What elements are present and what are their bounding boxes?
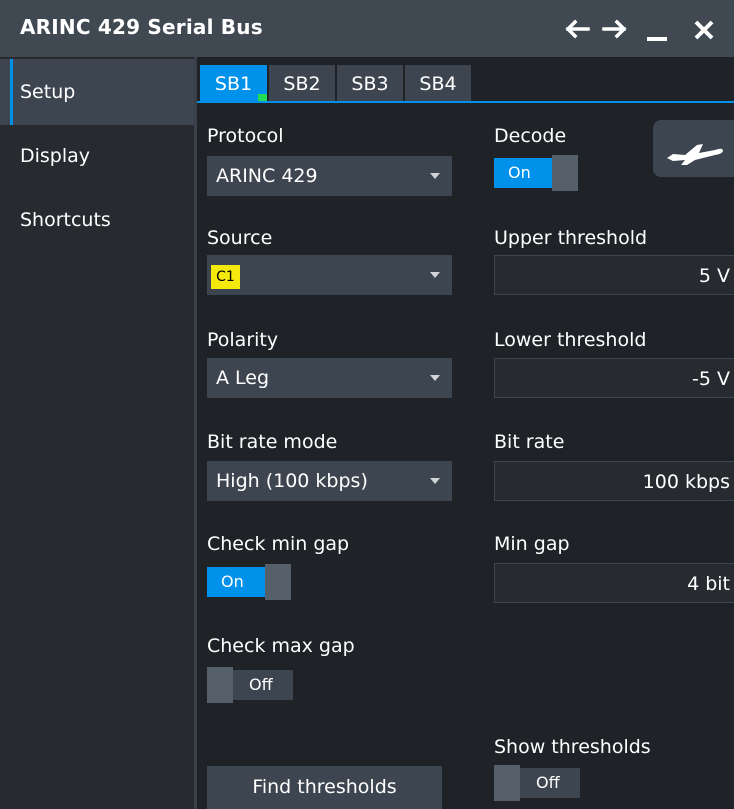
bit-rate-field[interactable]: 100 kbps	[494, 461, 734, 501]
sidebar-item-shortcuts[interactable]: Shortcuts	[0, 187, 194, 253]
window-title: ARINC 429 Serial Bus	[20, 15, 263, 39]
channel-chip: C1	[211, 265, 240, 289]
toggle-knob	[207, 667, 233, 703]
show-thresholds-label: Show thresholds	[494, 736, 651, 758]
check-min-gap-toggle[interactable]: On	[207, 564, 293, 600]
check-min-gap-state: On	[221, 572, 244, 591]
lower-threshold-value: -5 V	[692, 368, 730, 390]
sidebar-item-setup[interactable]: Setup	[0, 59, 194, 125]
tab-label: SB3	[351, 73, 389, 95]
chevron-down-icon	[430, 173, 440, 179]
arrow-left-icon[interactable]	[562, 14, 592, 44]
bit-rate-mode-label: Bit rate mode	[207, 431, 338, 453]
polarity-value: A Leg	[216, 367, 270, 389]
lower-threshold-label: Lower threshold	[494, 329, 647, 351]
decode-toggle[interactable]: On	[494, 155, 580, 191]
toggle-knob	[552, 155, 578, 191]
upper-threshold-label: Upper threshold	[494, 227, 648, 249]
tab-underline	[197, 101, 734, 103]
tab-sb2[interactable]: SB2	[269, 65, 335, 103]
upper-threshold-value: 5 V	[698, 265, 730, 287]
protocol-value: ARINC 429	[216, 165, 318, 187]
check-max-gap-state: Off	[249, 675, 273, 694]
tab-bar: SB1 SB2 SB3 SB4	[197, 57, 734, 103]
bit-rate-label: Bit rate	[494, 431, 565, 453]
check-min-gap-label: Check min gap	[207, 533, 350, 555]
chevron-down-icon	[430, 375, 440, 381]
sidebar: Setup Display Shortcuts	[0, 57, 194, 809]
tab-label: SB1	[214, 73, 253, 95]
tab-sb4[interactable]: SB4	[405, 65, 471, 103]
upper-threshold-field[interactable]: 5 V	[494, 255, 734, 295]
tab-sb3[interactable]: SB3	[337, 65, 403, 103]
source-label: Source	[207, 227, 273, 249]
decode-label: Decode	[494, 125, 567, 147]
show-thresholds-state: Off	[536, 773, 560, 792]
close-icon[interactable]	[690, 14, 720, 44]
chevron-down-icon	[430, 478, 440, 484]
protocol-dropdown[interactable]: ARINC 429	[207, 156, 452, 196]
sidebar-item-label: Setup	[20, 81, 76, 103]
sidebar-divider	[194, 57, 197, 809]
min-gap-value: 4 bit	[687, 573, 730, 595]
arrow-right-icon[interactable]	[600, 14, 630, 44]
lower-threshold-field[interactable]: -5 V	[494, 358, 734, 398]
check-max-gap-label: Check max gap	[207, 635, 355, 657]
bit-rate-mode-value: High (100 kbps)	[216, 470, 368, 492]
tab-label: SB4	[419, 73, 457, 95]
tab-sb1[interactable]: SB1	[200, 65, 267, 103]
toggle-knob	[494, 765, 520, 801]
polarity-dropdown[interactable]: A Leg	[207, 358, 452, 398]
protocol-label: Protocol	[207, 125, 284, 147]
toggle-knob	[265, 564, 291, 600]
source-dropdown[interactable]: C1	[207, 255, 452, 295]
check-max-gap-toggle[interactable]: Off	[207, 667, 293, 703]
tab-label: SB2	[283, 73, 321, 95]
bit-rate-value: 100 kbps	[642, 471, 730, 493]
polarity-label: Polarity	[207, 329, 279, 351]
find-thresholds-button[interactable]: Find thresholds	[207, 766, 442, 809]
minimize-icon[interactable]	[643, 14, 673, 44]
sidebar-item-label: Shortcuts	[20, 209, 111, 231]
chevron-down-icon	[430, 272, 440, 278]
min-gap-label: Min gap	[494, 533, 570, 555]
sidebar-item-label: Display	[20, 145, 91, 167]
decode-toggle-state: On	[508, 163, 531, 182]
airplane-icon[interactable]	[653, 120, 734, 177]
title-bar: ARINC 429 Serial Bus	[0, 0, 734, 57]
min-gap-field[interactable]: 4 bit	[494, 563, 734, 603]
bit-rate-mode-dropdown[interactable]: High (100 kbps)	[207, 461, 452, 501]
show-thresholds-toggle[interactable]: Off	[494, 765, 580, 801]
sidebar-item-display[interactable]: Display	[0, 123, 194, 189]
